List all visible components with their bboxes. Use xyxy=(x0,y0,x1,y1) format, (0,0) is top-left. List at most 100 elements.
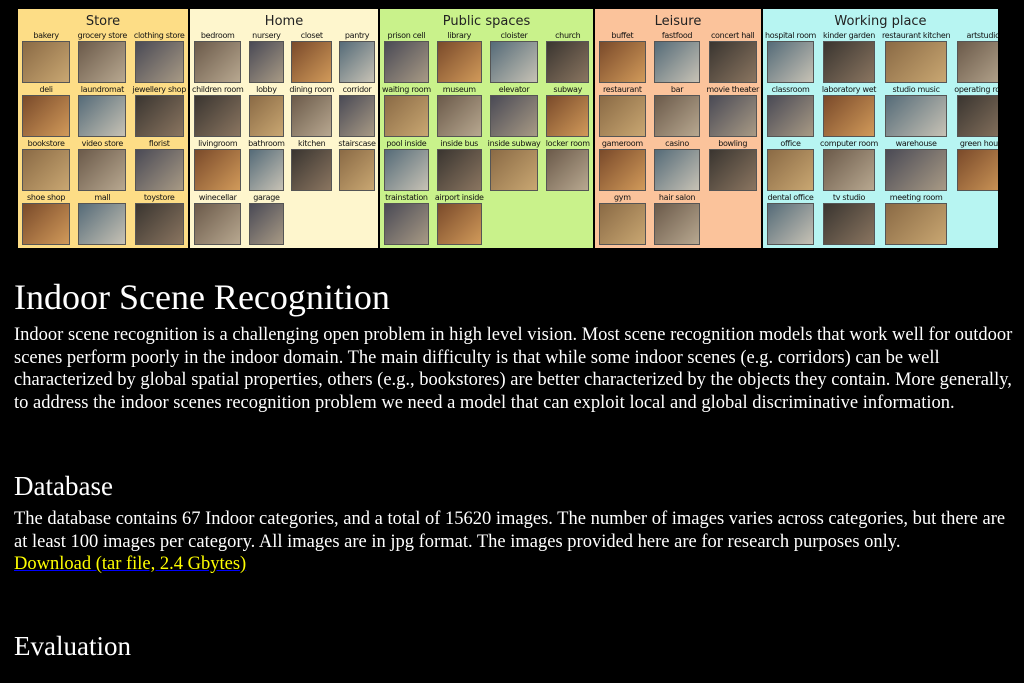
scene-thumbnail-item: classroom xyxy=(765,85,816,137)
category-panel: Leisure buffet fastfood concert hall restaur… xyxy=(595,9,761,248)
scene-label: fastfood xyxy=(661,31,693,40)
scene-label: corridor xyxy=(342,85,372,94)
scene-thumbnail-item: gameroom xyxy=(597,139,648,191)
scene-thumbnail-item: tv studio xyxy=(820,193,878,245)
scene-thumbnail xyxy=(134,95,184,137)
scene-label: laundromat xyxy=(80,85,124,94)
scene-label: stairscase xyxy=(338,139,376,148)
scene-label: hospital room xyxy=(765,31,817,40)
scene-thumbnail-item: laundromat xyxy=(76,85,128,137)
scene-thumbnail-item: trainstation xyxy=(382,193,431,245)
scene-label: deli xyxy=(39,85,53,94)
scene-thumbnail-item: hospital room xyxy=(765,31,816,83)
scene-thumbnail xyxy=(653,41,701,83)
scene-label: video store xyxy=(81,139,124,148)
scene-thumbnail xyxy=(653,149,701,191)
scene-thumbnail-item: dental office xyxy=(765,193,816,245)
scene-thumbnail xyxy=(767,149,814,191)
scene-label: children room xyxy=(192,85,244,94)
scene-label: lobby xyxy=(256,85,277,94)
scene-thumbnail xyxy=(436,95,482,137)
scene-thumbnail-item: library xyxy=(435,31,484,83)
scene-thumbnail-item: bedroom xyxy=(192,31,243,83)
scene-thumbnail-item: stairscase xyxy=(338,139,376,191)
evaluation-heading: Evaluation xyxy=(14,631,131,661)
scene-thumbnail xyxy=(767,41,814,83)
scene-label: subway xyxy=(553,85,583,94)
scene-thumbnail xyxy=(22,149,71,191)
scene-thumbnail-item: deli xyxy=(20,85,72,137)
scene-thumbnail-item: restaurant xyxy=(597,85,648,137)
scene-label: restaurant kitchen xyxy=(881,31,951,40)
scene-thumbnail-item: livingroom xyxy=(192,139,243,191)
scene-thumbnail xyxy=(383,203,429,245)
scene-thumbnail-item: warehouse xyxy=(882,139,950,191)
scene-thumbnail xyxy=(291,41,333,83)
category-panel: Public spaces prison cell library cloister c… xyxy=(380,9,593,248)
scene-thumbnail-item: hair salon xyxy=(652,193,703,245)
scene-label: closet xyxy=(300,31,323,40)
scene-thumbnail-item: toystore xyxy=(132,193,186,245)
scene-label: dental office xyxy=(767,193,814,202)
scene-thumbnail-item: elevator xyxy=(488,85,541,137)
scene-thumbnail xyxy=(134,149,184,191)
scene-thumbnail-item: buffet xyxy=(597,31,648,83)
database-paragraph: The database contains 67 Indoor categori… xyxy=(14,508,1014,576)
scene-thumbnail-item: inside subway xyxy=(488,139,541,191)
scene-label: tv studio xyxy=(832,193,866,202)
scene-thumbnail xyxy=(134,203,184,245)
scene-thumbnail-item: movie theater xyxy=(706,85,759,137)
scene-thumbnail xyxy=(653,203,701,245)
scene-thumbnail-item: pool inside xyxy=(382,139,431,191)
scene-thumbnail-item: laboratory wet xyxy=(820,85,878,137)
scene-thumbnail-item: artstudio xyxy=(954,31,998,83)
scene-label: buffet xyxy=(611,31,634,40)
scene-thumbnail xyxy=(599,203,646,245)
scene-thumbnail-item: locker room xyxy=(545,139,592,191)
panel-title: Home xyxy=(264,14,304,29)
scene-thumbnail-item: garage xyxy=(247,193,285,245)
scene-thumbnail-item: gym xyxy=(597,193,648,245)
scene-thumbnail xyxy=(956,95,998,137)
scene-label: grocery store xyxy=(77,31,128,40)
scene-thumbnail xyxy=(546,149,590,191)
scene-thumbnail xyxy=(885,41,948,83)
scene-thumbnail xyxy=(885,149,948,191)
scene-label: computer room xyxy=(820,139,878,148)
scene-label: winecellar xyxy=(198,193,237,202)
panel-title: Working place xyxy=(834,14,927,29)
scene-label: clothing store xyxy=(133,31,185,40)
scene-label: laboratory wet xyxy=(821,85,877,94)
scene-thumbnail-item: inside bus xyxy=(435,139,484,191)
scene-thumbnail-item: computer room xyxy=(820,139,878,191)
category-panel: Working place hospital room kinder garden r… xyxy=(763,9,998,248)
scene-thumbnail xyxy=(599,95,646,137)
scene-thumbnail-item: closet xyxy=(289,31,334,83)
scene-label: bookstore xyxy=(27,139,65,148)
scene-thumbnail-item: dining room xyxy=(289,85,334,137)
panel-title: Leisure xyxy=(654,14,702,29)
scene-thumbnail-item: airport inside xyxy=(435,193,484,245)
scene-thumbnail-item: lobby xyxy=(247,85,285,137)
scene-label: museum xyxy=(442,85,476,94)
scene-label: jewellery shop xyxy=(132,85,186,94)
scene-thumbnail xyxy=(546,41,590,83)
scene-label: inside bus xyxy=(440,139,479,148)
scene-label: florist xyxy=(148,139,170,148)
scene-thumbnail xyxy=(708,41,757,83)
scene-thumbnail xyxy=(248,203,285,245)
scene-thumbnail xyxy=(599,149,646,191)
scene-thumbnail-item: winecellar xyxy=(192,193,243,245)
scene-label: bedroom xyxy=(200,31,235,40)
scene-thumbnail-item: florist xyxy=(132,139,186,191)
scene-thumbnail-item: bookstore xyxy=(20,139,72,191)
panel-title: Public spaces xyxy=(442,14,531,29)
download-link[interactable]: Download (tar file, 2.4 Gbytes) xyxy=(14,554,246,574)
scene-thumbnail-item: grocery store xyxy=(76,31,128,83)
scene-thumbnail-item: office xyxy=(765,139,816,191)
scene-thumbnail-item: bar xyxy=(652,85,703,137)
scene-label: waiting room xyxy=(382,85,431,94)
scene-thumbnail-item: studio music xyxy=(882,85,950,137)
scene-thumbnail-item: kinder garden xyxy=(820,31,878,83)
scene-thumbnail xyxy=(383,149,429,191)
